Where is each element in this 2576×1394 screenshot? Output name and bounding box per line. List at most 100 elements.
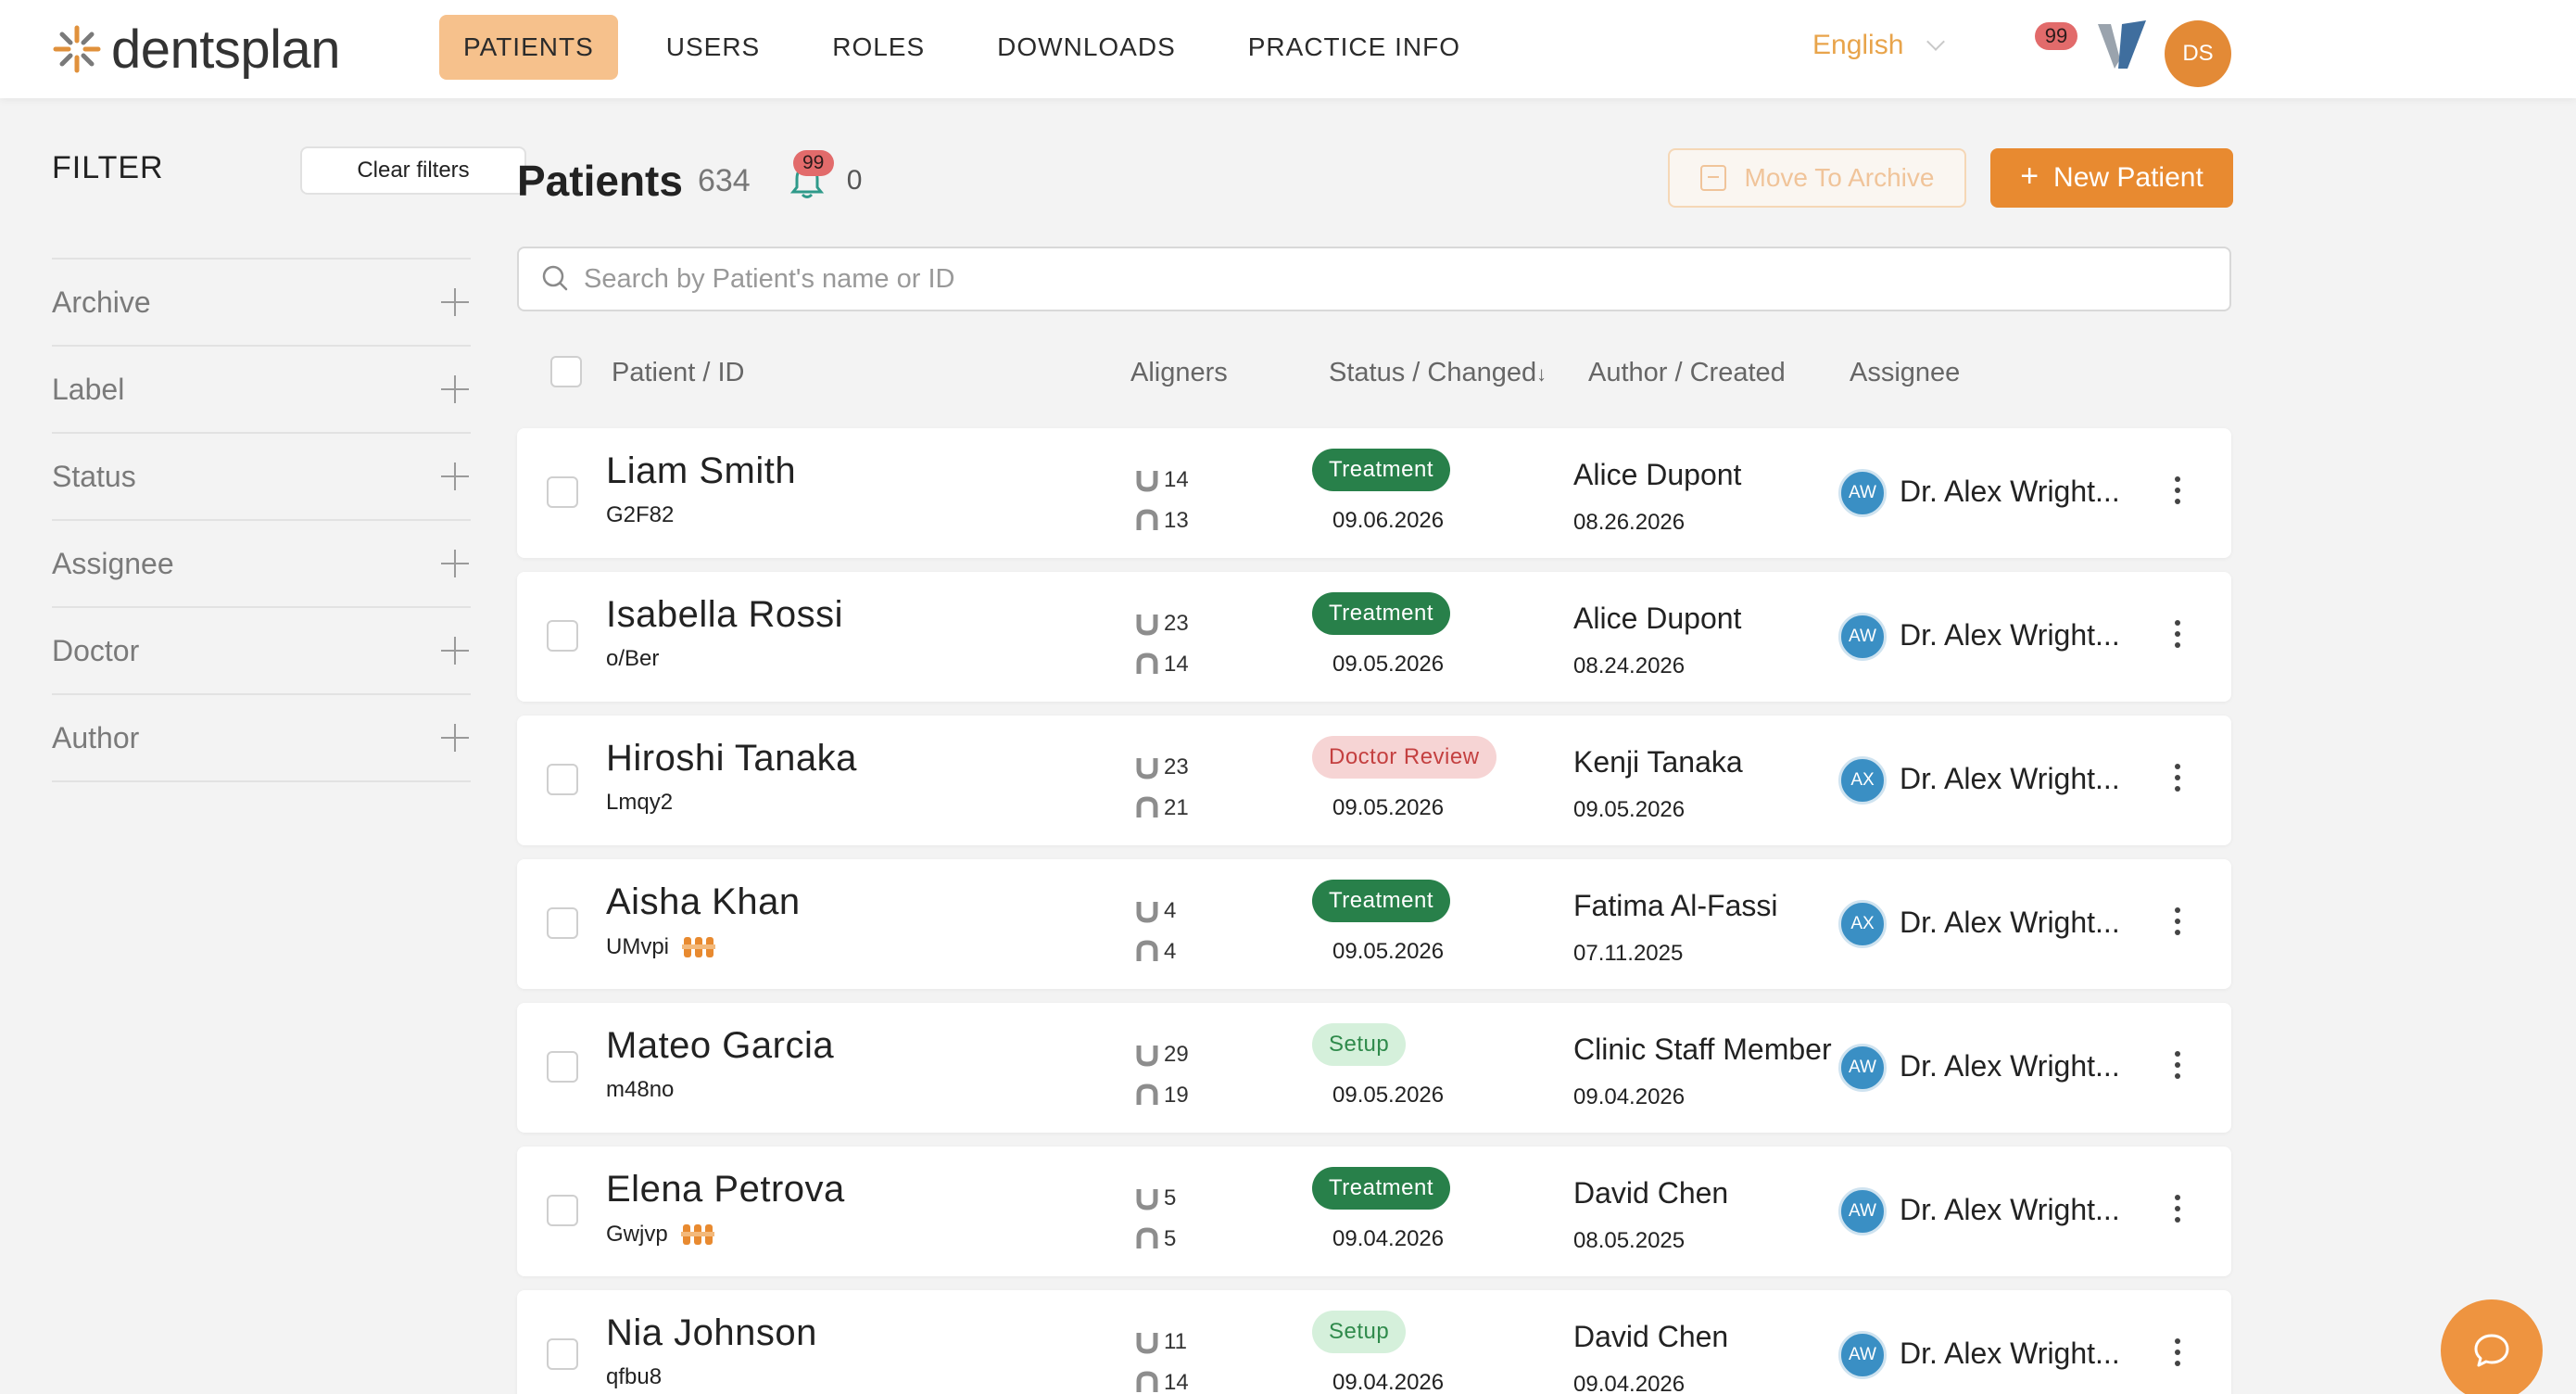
table-row[interactable]: Isabella Rossi o/Ber 23 14 Treatment 09.05.20… <box>517 572 2231 702</box>
filter-label: Status <box>52 459 136 493</box>
row-checkbox[interactable] <box>547 1051 578 1083</box>
assignee-name[interactable]: Dr. Alex Wright... <box>1900 906 2120 940</box>
aligners-cell: 55 <box>1134 1178 1176 1260</box>
select-all-checkbox[interactable] <box>550 356 582 387</box>
partner-logo-icon[interactable] <box>2096 19 2148 72</box>
patient-notifications[interactable]: 99 <box>784 150 834 204</box>
lower-aligner-icon <box>1136 509 1158 530</box>
nav-users[interactable]: USERS <box>642 15 784 80</box>
status-badge: Treatment <box>1312 1167 1450 1210</box>
upper-aligners: 5 <box>1134 1178 1176 1219</box>
author-name: David Chen <box>1573 1320 1729 1353</box>
patient-id-line: Lmqy2 <box>606 790 673 816</box>
aligners-cell: 14 13 <box>1134 460 1189 541</box>
kebab-menu-icon[interactable] <box>2172 907 2183 941</box>
patient-id: o/Ber <box>606 646 660 671</box>
kebab-menu-icon[interactable] <box>2172 620 2183 653</box>
assignee-name[interactable]: Dr. Alex Wright... <box>1900 1049 2120 1084</box>
new-patient-button[interactable]: + New Patient <box>1990 148 2233 208</box>
assignee-name[interactable]: Dr. Alex Wright... <box>1900 618 2120 653</box>
nav-practice-info[interactable]: PRACTICE INFO <box>1224 15 1484 80</box>
filter-author[interactable]: Author <box>52 695 471 782</box>
header-author[interactable]: Author / Created <box>1588 358 1786 388</box>
table-row[interactable]: Mateo Garcia m48no 29 19 Setup 09.05.2026 Clin… <box>517 1003 2231 1133</box>
nav-patients[interactable]: PATIENTS <box>439 15 618 80</box>
header-status[interactable]: Status / Changed↓ <box>1329 358 1547 388</box>
lower-count: 19 <box>1164 1083 1189 1108</box>
patient-id-line: qfbu8 <box>606 1364 662 1390</box>
table-row[interactable]: Liam Smith G2F82 14 13 Treatment 09.06.2026 Al… <box>517 428 2231 558</box>
row-checkbox[interactable] <box>547 764 578 795</box>
assignee-avatar: AW <box>1838 1187 1887 1236</box>
table-row[interactable]: Hiroshi Tanaka Lmqy2 23 21 Doctor Review 09.0… <box>517 716 2231 845</box>
upper-count: 14 <box>1164 467 1189 492</box>
row-checkbox[interactable] <box>547 476 578 508</box>
filter-label-group[interactable]: Label <box>52 347 471 434</box>
patient-name[interactable]: Hiroshi Tanaka <box>606 738 857 779</box>
language-select[interactable]: English <box>1812 30 1946 61</box>
header-aligners[interactable]: Aligners <box>1130 358 1228 388</box>
patient-id-line: m48no <box>606 1077 674 1103</box>
filter-status[interactable]: Status <box>52 434 471 521</box>
kebab-menu-icon[interactable] <box>2172 1051 2183 1084</box>
patient-name[interactable]: Liam Smith <box>606 450 796 492</box>
nav-roles[interactable]: ROLES <box>808 15 949 80</box>
upper-count: 4 <box>1164 898 1177 923</box>
patient-name[interactable]: Aisha Khan <box>606 881 801 923</box>
lower-aligner-icon <box>1136 1084 1158 1105</box>
patient-name[interactable]: Mateo Garcia <box>606 1025 834 1067</box>
assignee-name[interactable]: Dr. Alex Wright... <box>1900 1337 2120 1371</box>
row-checkbox[interactable] <box>547 1195 578 1226</box>
upper-aligner-icon <box>1136 615 1158 636</box>
lower-aligners: 19 <box>1134 1075 1189 1116</box>
page-header: Patients 634 99 0 <box>517 148 862 213</box>
assignee-avatar: AW <box>1838 613 1887 661</box>
assignee-name[interactable]: Dr. Alex Wright... <box>1900 1193 2120 1227</box>
status-changed-date: 09.05.2026 <box>1332 1083 1445 1108</box>
row-checkbox[interactable] <box>547 907 578 939</box>
lower-count: 13 <box>1164 508 1189 533</box>
lower-aligners: 13 <box>1134 501 1189 541</box>
patient-name[interactable]: Isabella Rossi <box>606 594 843 636</box>
status-changed-date: 09.05.2026 <box>1332 652 1445 677</box>
assignee-avatar: AX <box>1838 756 1887 805</box>
filter-list: Archive Label Status Assignee Doctor Aut… <box>52 258 471 782</box>
filter-doctor[interactable]: Doctor <box>52 608 471 695</box>
kebab-menu-icon[interactable] <box>2172 1338 2183 1372</box>
assignee-name[interactable]: Dr. Alex Wright... <box>1900 762 2120 796</box>
filter-archive[interactable]: Archive <box>52 260 471 347</box>
patient-name[interactable]: Nia Johnson <box>606 1312 817 1354</box>
kebab-menu-icon[interactable] <box>2172 1195 2183 1228</box>
assignee-name[interactable]: Dr. Alex Wright... <box>1900 475 2120 509</box>
filter-label: Author <box>52 720 140 754</box>
patient-id: Gwjvp <box>606 1222 668 1247</box>
upper-count: 5 <box>1164 1185 1177 1210</box>
plus-icon <box>441 637 469 665</box>
patient-name[interactable]: Elena Petrova <box>606 1169 845 1210</box>
chat-button[interactable] <box>2441 1299 2543 1394</box>
row-checkbox[interactable] <box>547 620 578 652</box>
header-patient[interactable]: Patient / ID <box>612 358 744 388</box>
header-assignee[interactable]: Assignee <box>1850 358 1960 388</box>
nav-downloads[interactable]: DOWNLOADS <box>973 15 1200 80</box>
filter-assignee[interactable]: Assignee <box>52 521 471 608</box>
brand-logo[interactable]: dentsplan <box>52 17 341 82</box>
kebab-menu-icon[interactable] <box>2172 764 2183 797</box>
table-row[interactable]: Elena Petrova Gwjvp 5 5 Treatment 09.04.2026 D… <box>517 1147 2231 1276</box>
notifications-badge[interactable]: 99 <box>2035 22 2077 50</box>
table-row[interactable]: Aisha Khan UMvpi 4 4 Treatment 09.05.2026 Fati… <box>517 859 2231 989</box>
clear-filters-button[interactable]: Clear filters <box>300 146 526 195</box>
user-avatar[interactable]: DS <box>2165 20 2231 87</box>
lower-aligners: 4 <box>1134 931 1176 972</box>
table-row[interactable]: Nia Johnson qfbu8 11 14 Setup 09.04.2026 David… <box>517 1290 2231 1394</box>
assignee-avatar: AW <box>1838 469 1887 517</box>
upper-count: 29 <box>1164 1042 1189 1067</box>
filter-label: Assignee <box>52 546 174 580</box>
kebab-menu-icon[interactable] <box>2172 476 2183 510</box>
search-input[interactable] <box>584 263 2159 295</box>
move-to-archive-button[interactable]: Move To Archive <box>1668 148 1966 208</box>
created-date: 08.05.2025 <box>1573 1228 1686 1253</box>
patient-id: Lmqy2 <box>606 790 674 815</box>
row-checkbox[interactable] <box>547 1338 578 1370</box>
assignee-avatar: AW <box>1838 1044 1887 1092</box>
